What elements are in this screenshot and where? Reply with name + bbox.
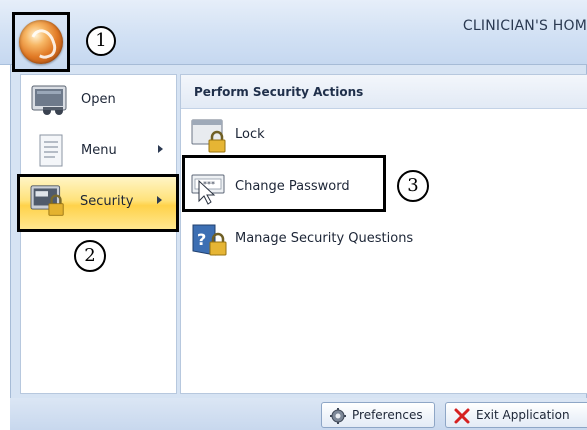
- preferences-button[interactable]: Preferences: [321, 402, 435, 428]
- security-actions-pane: Perform Security Actions Lock *** Change…: [180, 74, 587, 394]
- menu-item-open-label: Open: [81, 92, 116, 107]
- pane-header: Perform Security Actions: [181, 75, 587, 109]
- action-lock-label: Lock: [235, 127, 265, 142]
- left-menu-pane: Open Menu: [20, 74, 177, 394]
- security-questions-icon: ?: [192, 224, 227, 256]
- action-manage-security-questions-label: Manage Security Questions: [235, 231, 414, 246]
- menu-item-open[interactable]: Open: [21, 75, 176, 125]
- callout-3: 3: [397, 170, 429, 202]
- callout-1: 1: [86, 26, 116, 56]
- pane-header-label: Perform Security Actions: [194, 85, 364, 99]
- lock-icon: [191, 119, 226, 153]
- svg-text:?: ?: [197, 230, 206, 249]
- action-lock[interactable]: Lock: [181, 115, 381, 155]
- change-password-highlight: [182, 155, 386, 212]
- application-menu-button[interactable]: [12, 12, 70, 72]
- submenu-arrow-icon: [158, 145, 163, 153]
- app-window: CLINICIAN'S HOM 1 Open Menu Security 2 P…: [0, 0, 587, 430]
- menu-item-menu[interactable]: Menu: [21, 126, 176, 176]
- document-icon: [39, 134, 63, 167]
- exit-application-button-label: Exit Application: [476, 408, 570, 422]
- callout-2: 2: [74, 240, 106, 272]
- action-manage-security-questions[interactable]: ? Manage Security Questions: [181, 219, 481, 259]
- security-lock-icon: [30, 185, 64, 216]
- app-orb-icon: [19, 20, 63, 64]
- gear-icon: [330, 408, 346, 424]
- menu-item-security-label: Security: [80, 194, 134, 209]
- open-folder-icon: [31, 85, 67, 115]
- submenu-arrow-icon: [157, 196, 162, 204]
- menu-item-menu-label: Menu: [81, 143, 117, 158]
- preferences-button-label: Preferences: [352, 408, 423, 422]
- window-title: CLINICIAN'S HOM: [462, 18, 587, 34]
- exit-application-button[interactable]: Exit Application: [445, 402, 587, 428]
- close-icon: [454, 408, 470, 424]
- menu-item-security[interactable]: Security: [17, 174, 179, 232]
